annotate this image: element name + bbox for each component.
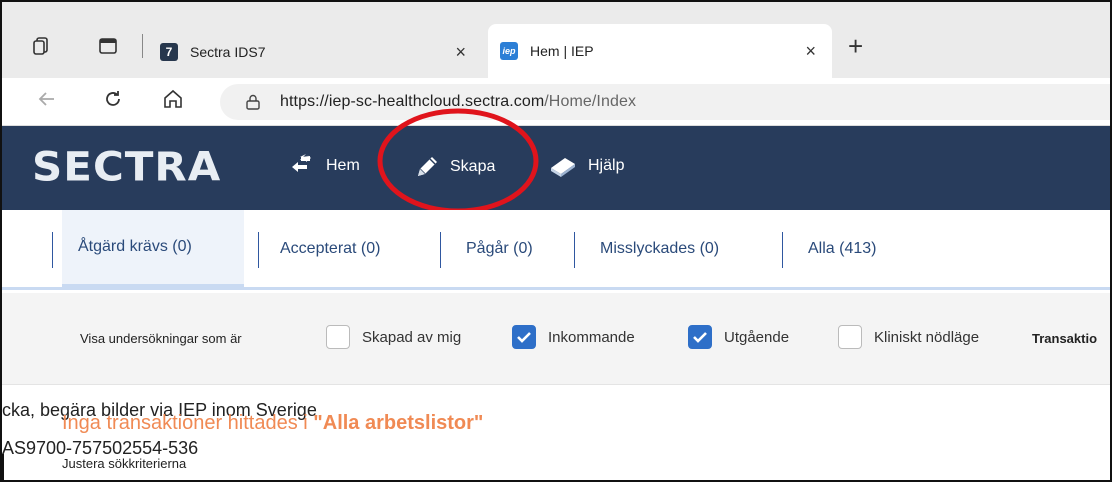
tab-label: Misslyckades (0): [600, 239, 720, 257]
nav-hem[interactable]: Hem: [290, 154, 360, 178]
tab-label: Åtgärd krävs (0): [78, 238, 192, 255]
tab-atgard-kravs[interactable]: Åtgärd krävs (0): [62, 210, 244, 287]
checkbox-kliniskt-nodlage[interactable]: [838, 325, 862, 349]
back-icon[interactable]: [36, 88, 58, 116]
close-tab-icon[interactable]: ×: [455, 42, 466, 63]
tab-label: Accepterat (0): [280, 239, 381, 257]
checkbox-skapad-av-mig[interactable]: [326, 325, 350, 349]
checkmark-icon: [517, 332, 531, 343]
tab-divider: [52, 232, 53, 268]
lock-icon[interactable]: [246, 94, 260, 110]
checkbox-label: Utgående: [724, 329, 790, 346]
tab-title: Sectra IDS7: [190, 44, 266, 60]
tab-divider: [440, 232, 441, 268]
filter-label: Visa undersökningar som är: [80, 331, 242, 346]
nav-hjalp-label: Hjälp: [588, 157, 625, 174]
tab-pagar[interactable]: Pågår (0): [450, 210, 549, 287]
no-transactions-message: Inga transaktioner hittades i "Alla arbe…: [62, 412, 483, 435]
red-circle-annotation: [377, 108, 539, 214]
nav-hem-label: Hem: [326, 157, 360, 174]
checkmark-icon: [693, 332, 707, 343]
tab-actions-icon[interactable]: [98, 36, 118, 61]
filter-bar: Visa undersökningar som är Skapad av mig…: [2, 293, 1110, 385]
checkbox-label: Skapad av mig: [362, 329, 462, 346]
worklist-name[interactable]: "Alla arbetslistor": [313, 412, 483, 434]
tab-accepterat[interactable]: Accepterat (0): [264, 210, 396, 287]
adjust-criteria-hint: Justera sökkriterierna: [62, 456, 187, 471]
app-header: SECTRA Hem Skapa Hjälp: [2, 126, 1110, 210]
browser-tab-sectra-ids7[interactable]: 7 Sectra IDS7 ×: [152, 26, 482, 78]
checkbox-label: Kliniskt nödläge: [874, 329, 980, 346]
refresh-icon[interactable]: [102, 88, 124, 116]
tab-divider: [782, 232, 783, 268]
tab-divider: [258, 232, 259, 268]
swap-arrows-icon: [292, 154, 311, 172]
workspaces-icon[interactable]: [32, 36, 52, 61]
tab-title: Hem | IEP: [530, 43, 594, 59]
book-icon: [551, 158, 575, 177]
browser-tab-hem-iep[interactable]: iep Hem | IEP ×: [488, 24, 832, 78]
overlay-edge-line: [2, 454, 4, 482]
address-bar[interactable]: https://iep-sc-healthcloud.sectra.com/Ho…: [220, 84, 1110, 120]
iep-favicon-icon: iep: [500, 42, 518, 60]
tab-label: Pågår (0): [466, 239, 533, 257]
checkbox-inkommande[interactable]: [512, 325, 536, 349]
checkbox-utgaende[interactable]: [688, 325, 712, 349]
new-tab-button[interactable]: +: [848, 31, 863, 62]
sectra-ids7-favicon-icon: 7: [160, 43, 178, 61]
tab-alla[interactable]: Alla (413): [792, 210, 892, 287]
tab-label: Alla (413): [808, 239, 877, 257]
worklist-tabs: Åtgärd krävs (0) Accepterat (0) Pågår (0…: [2, 210, 1110, 290]
transaction-filter-label: Transaktio: [1032, 331, 1098, 346]
tab-divider: [574, 232, 575, 268]
browser-tab-strip: 7 Sectra IDS7 × iep Hem | IEP × +: [2, 2, 1110, 78]
checkbox-label: Inkommande: [548, 329, 635, 346]
tab-separator: [142, 34, 143, 58]
home-icon[interactable]: [162, 88, 184, 116]
browser-navigation-bar: https://iep-sc-healthcloud.sectra.com/Ho…: [2, 78, 1110, 126]
no-transactions-text: Inga transaktioner hittades i: [62, 412, 314, 434]
nav-hjalp[interactable]: Hjälp: [548, 154, 624, 178]
sectra-logo[interactable]: SECTRA: [32, 143, 221, 190]
url-path: /Home/Index: [544, 93, 637, 110]
close-tab-icon[interactable]: ×: [805, 41, 816, 62]
tab-misslyckades[interactable]: Misslyckades (0): [584, 210, 735, 287]
